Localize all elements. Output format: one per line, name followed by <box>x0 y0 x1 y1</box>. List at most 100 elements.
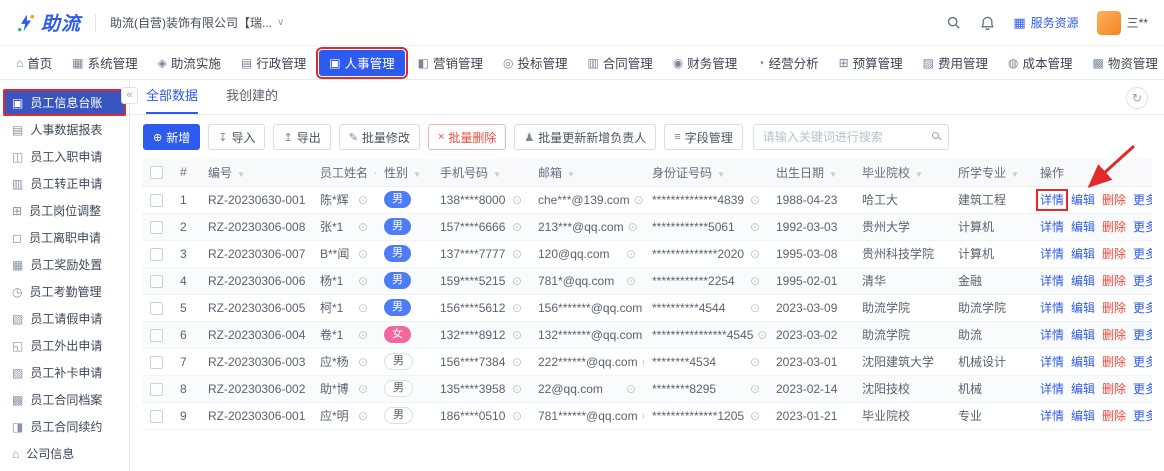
nav-item-admin[interactable]: ▤行政管理 <box>231 46 316 80</box>
eye-icon[interactable]: ⊙ <box>512 382 522 396</box>
nav-item-budget[interactable]: ⊞预算管理 <box>829 46 913 80</box>
bell-icon[interactable] <box>980 15 995 31</box>
nav-item-cost[interactable]: ◍成本管理 <box>998 46 1083 80</box>
delete-link[interactable]: 删除 <box>1102 220 1126 234</box>
eye-icon[interactable]: ⊙ <box>358 328 368 342</box>
edit-link[interactable]: 编辑 <box>1071 220 1095 234</box>
more-link[interactable]: 更多∨ <box>1133 301 1152 315</box>
sidebar-item-company-info[interactable]: ⌂公司信息 <box>3 440 126 467</box>
row-checkbox[interactable] <box>150 383 163 396</box>
delete-link[interactable]: 删除 <box>1102 382 1126 396</box>
more-link[interactable]: 更多∨ <box>1133 193 1152 207</box>
sidebar-item-outing[interactable]: ◱员工外出申请 <box>3 332 126 359</box>
detail-link[interactable]: 详情 <box>1040 301 1064 315</box>
eye-icon[interactable]: ⊙ <box>750 301 760 315</box>
detail-link[interactable]: 详情 <box>1040 247 1064 261</box>
nav-item-expense[interactable]: ▨费用管理 <box>913 46 998 80</box>
eye-icon[interactable]: ⊙ <box>757 328 767 342</box>
eye-icon[interactable]: ⊙ <box>750 409 760 423</box>
sidebar-item-attendance[interactable]: ◷员工考勤管理 <box>3 278 126 305</box>
edit-link[interactable]: 编辑 <box>1071 328 1095 342</box>
eye-icon[interactable]: ⊙ <box>512 301 522 315</box>
eye-icon[interactable]: ⊙ <box>750 274 760 288</box>
row-checkbox[interactable] <box>150 221 163 234</box>
eye-icon[interactable]: ⊙ <box>642 355 644 369</box>
eye-icon[interactable]: ⊙ <box>512 220 522 234</box>
row-checkbox[interactable] <box>150 356 163 369</box>
import-button[interactable]: ↧导入 <box>208 124 265 150</box>
eye-icon[interactable]: ⊙ <box>512 328 522 342</box>
tab-created-by-me[interactable]: 我创建的 <box>226 79 278 114</box>
batch-delete-button[interactable]: ×批量删除 <box>428 124 506 150</box>
nav-item-home[interactable]: ⌂首页 <box>6 46 62 80</box>
eye-icon[interactable]: ⊙ <box>358 301 368 315</box>
eye-icon[interactable]: ⊙ <box>750 382 760 396</box>
sidebar-item-leave[interactable]: ▧员工请假申请 <box>3 305 126 332</box>
filter-icon[interactable]: ▼ <box>373 170 376 179</box>
row-checkbox[interactable] <box>150 302 163 315</box>
sidebar-item-card-replacement[interactable]: ▨员工补卡申请 <box>3 359 126 386</box>
sidebar-collapse-button[interactable]: « <box>121 87 138 104</box>
delete-link[interactable]: 删除 <box>1102 328 1126 342</box>
nav-item-contract[interactable]: ▥合同管理 <box>577 46 662 80</box>
eye-icon[interactable]: ⊙ <box>512 409 522 423</box>
more-link[interactable]: 更多∨ <box>1133 355 1152 369</box>
refresh-button[interactable]: ↻ <box>1126 87 1148 109</box>
detail-link[interactable]: 详情 <box>1040 382 1064 396</box>
more-link[interactable]: 更多∨ <box>1133 247 1152 261</box>
filter-icon[interactable]: ▼ <box>237 170 245 179</box>
search-input[interactable] <box>753 124 949 150</box>
sidebar-item-employee-ledger[interactable]: ▣员工信息台账 <box>3 89 126 116</box>
nav-item-analysis[interactable]: ◔经营分析 <box>747 46 828 80</box>
more-link[interactable]: 更多∨ <box>1133 382 1152 396</box>
delete-link[interactable]: 删除 <box>1102 193 1126 207</box>
more-link[interactable]: 更多∨ <box>1133 220 1152 234</box>
tab-all-data[interactable]: 全部数据 <box>146 79 198 114</box>
add-button[interactable]: ⊕新增 <box>143 124 200 150</box>
filter-icon[interactable]: ▼ <box>413 170 421 179</box>
eye-icon[interactable]: ⊙ <box>512 193 522 207</box>
sidebar-item-contract-renewal[interactable]: ◨员工合同续约 <box>3 413 126 440</box>
detail-link[interactable]: 详情 <box>1040 220 1064 234</box>
edit-link[interactable]: 编辑 <box>1071 301 1095 315</box>
sidebar-item-probation[interactable]: ▥员工转正申请 <box>3 170 126 197</box>
select-all-checkbox[interactable] <box>150 166 163 179</box>
eye-icon[interactable]: ⊙ <box>626 274 636 288</box>
eye-icon[interactable]: ⊙ <box>750 193 760 207</box>
magnifier-icon[interactable] <box>932 132 939 139</box>
delete-link[interactable]: 删除 <box>1102 355 1126 369</box>
filter-icon[interactable]: ▼ <box>1011 170 1019 179</box>
filter-icon[interactable]: ▼ <box>717 170 725 179</box>
batch-edit-button[interactable]: ✎批量修改 <box>339 124 420 150</box>
eye-icon[interactable]: ⊙ <box>512 355 522 369</box>
eye-icon[interactable]: ⊙ <box>628 220 638 234</box>
eye-icon[interactable]: ⊙ <box>634 193 644 207</box>
edit-link[interactable]: 编辑 <box>1071 247 1095 261</box>
delete-link[interactable]: 删除 <box>1102 247 1126 261</box>
edit-link[interactable]: 编辑 <box>1071 274 1095 288</box>
delete-link[interactable]: 删除 <box>1102 409 1126 423</box>
nav-item-system[interactable]: ▦系统管理 <box>62 46 147 80</box>
nav-item-material[interactable]: ▩物资管理 <box>1083 46 1164 80</box>
batch-update-owner-button[interactable]: ♟批量更新新增负责人 <box>514 124 656 150</box>
eye-icon[interactable]: ⊙ <box>512 274 522 288</box>
eye-icon[interactable]: ⊙ <box>626 382 636 396</box>
export-button[interactable]: ↥导出 <box>273 124 330 150</box>
sidebar-item-hr-report[interactable]: ▤人事数据报表 <box>3 116 126 143</box>
filter-icon[interactable]: ▼ <box>567 170 575 179</box>
edit-link[interactable]: 编辑 <box>1071 382 1095 396</box>
more-link[interactable]: 更多∨ <box>1133 409 1152 423</box>
row-checkbox[interactable] <box>150 410 163 423</box>
detail-link[interactable]: 详情 <box>1040 409 1064 423</box>
eye-icon[interactable]: ⊙ <box>642 409 644 423</box>
eye-icon[interactable]: ⊙ <box>750 247 760 261</box>
filter-icon[interactable]: ▼ <box>493 170 501 179</box>
sidebar-item-onboarding[interactable]: ◫员工入职申请 <box>3 143 126 170</box>
sidebar-item-contract-archive[interactable]: ▩员工合同档案 <box>3 386 126 413</box>
edit-link[interactable]: 编辑 <box>1071 355 1095 369</box>
eye-icon[interactable]: ⊙ <box>750 355 760 369</box>
field-manage-button[interactable]: ≡字段管理 <box>664 124 742 150</box>
eye-icon[interactable]: ⊙ <box>750 220 760 234</box>
nav-item-marketing[interactable]: ◧营销管理 <box>408 46 493 80</box>
row-checkbox[interactable] <box>150 329 163 342</box>
